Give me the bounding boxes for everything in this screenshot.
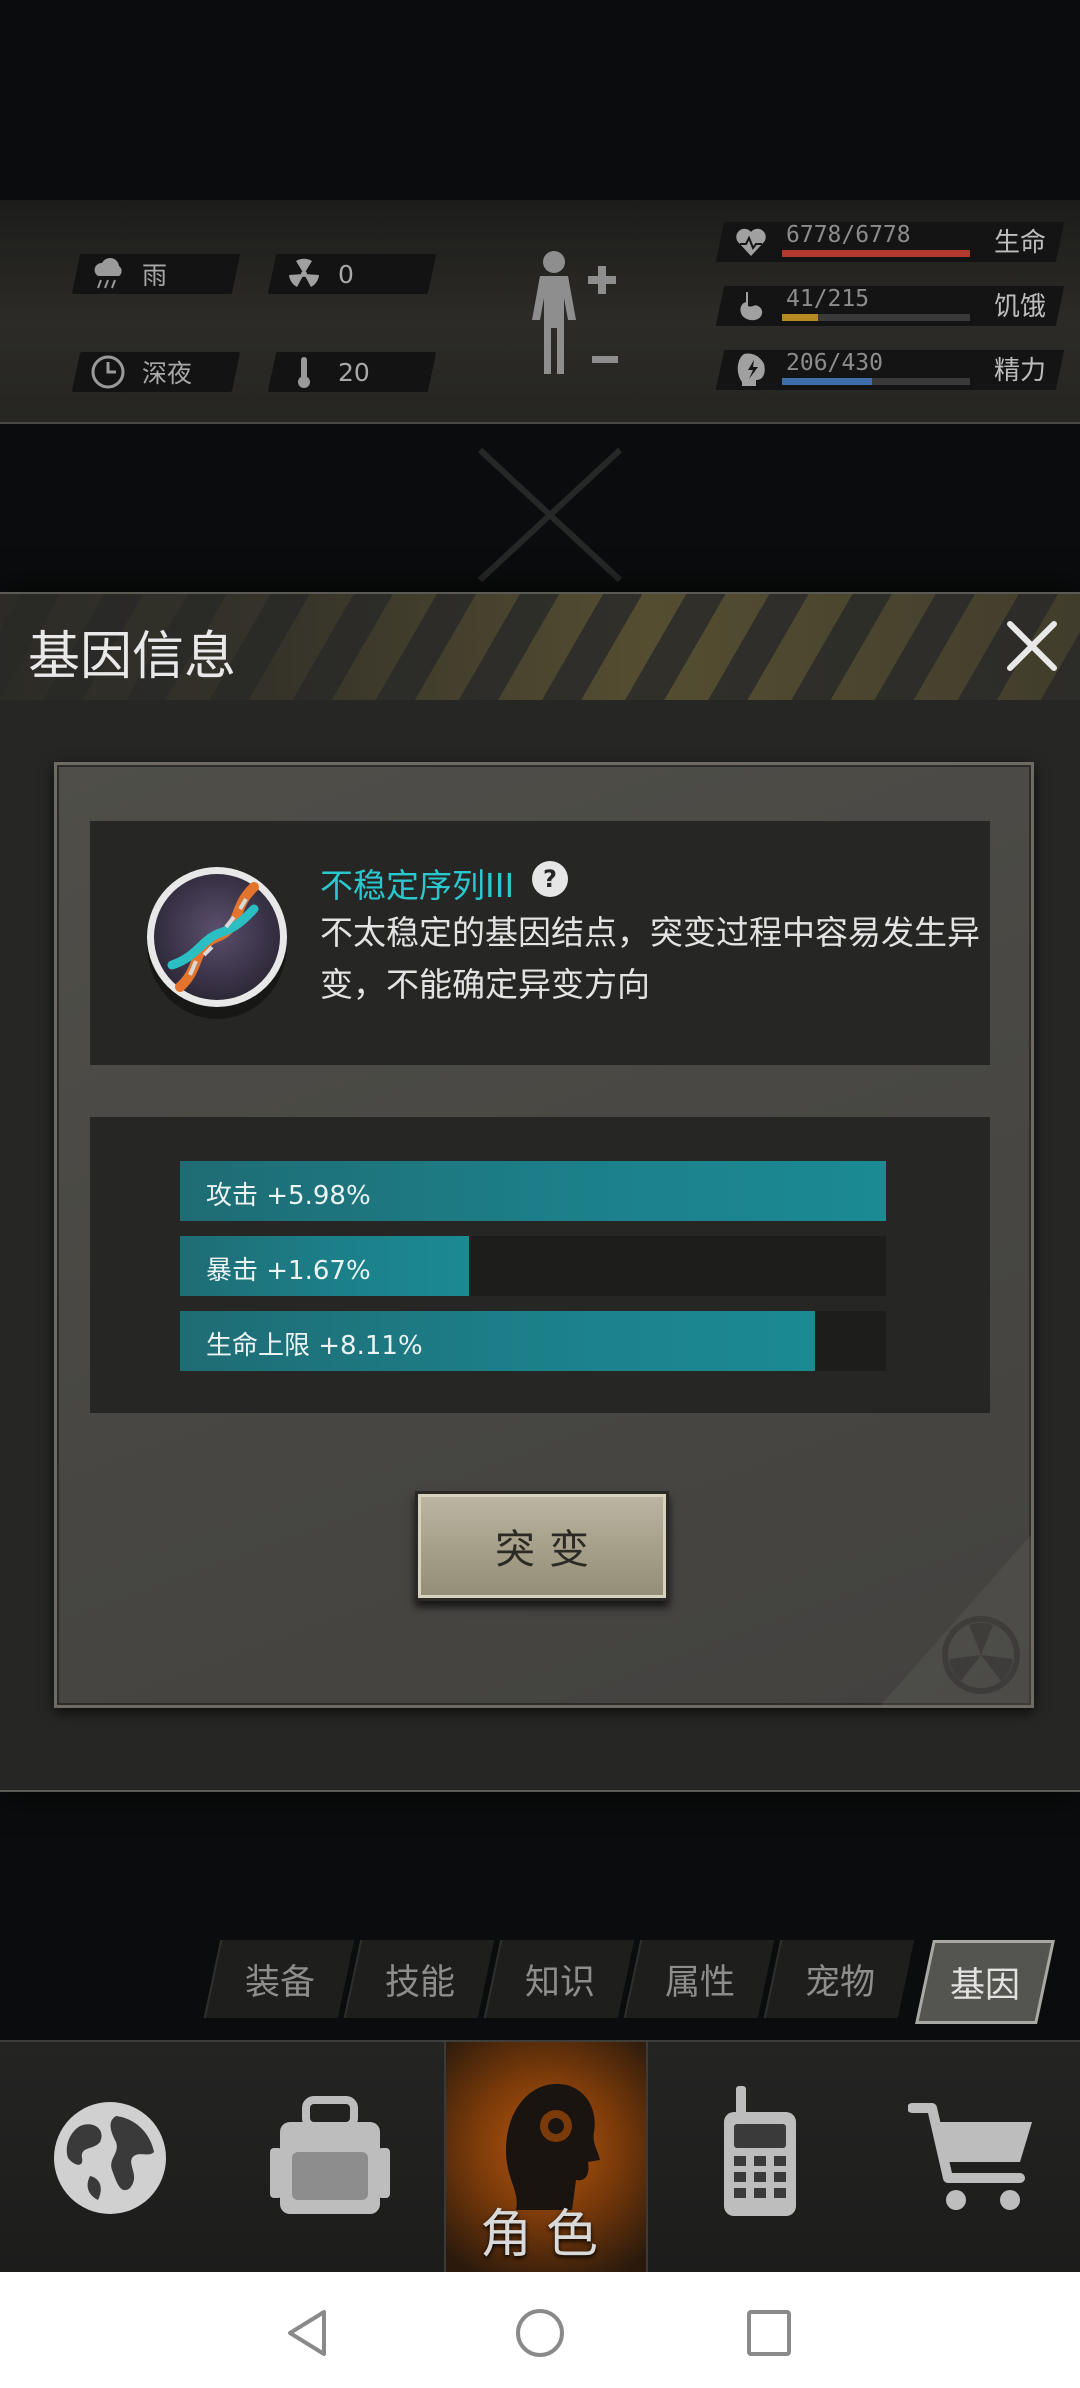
tab-skills[interactable]: 技能	[343, 1940, 495, 2018]
attribute-list: 攻击 +5.98% 暴击 +1.67% 生命上限 +8.11%	[90, 1117, 990, 1413]
gene-panel: 不稳定序列III ? 不太稳定的基因结点，突变过程中容易发生异变，不能确定异变方…	[54, 762, 1034, 1708]
hunger-bar-fill	[782, 314, 818, 321]
recents-icon[interactable]	[744, 2306, 794, 2360]
time-text: 深夜	[142, 359, 193, 388]
globe-icon	[54, 2102, 166, 2214]
attribute-row: 生命上限 +8.11%	[180, 1311, 886, 1371]
character-subtabs: 装备 技能 知识 属性 宠物 基因	[200, 1940, 1060, 2024]
attribute-row: 攻击 +5.98%	[180, 1161, 886, 1221]
hunger-stat: 41/215 饥饿	[715, 280, 1065, 328]
temperature-indicator: 20	[267, 352, 437, 392]
energy-label: 精力	[994, 356, 1047, 386]
clock-icon	[88, 352, 128, 392]
help-icon[interactable]: ?	[530, 859, 570, 899]
energy-value: 206/430	[786, 350, 883, 376]
nav-inventory[interactable]	[230, 2042, 430, 2274]
health-label: 生命	[994, 228, 1047, 258]
tab-pets[interactable]: 宠物	[763, 1940, 915, 2018]
heart-icon	[736, 228, 766, 256]
attribute-text: 暴击 +1.67%	[206, 1256, 371, 1286]
dialog-header: 基因信息	[0, 594, 1080, 700]
cart-icon	[908, 2103, 1032, 2210]
tab-knowledge[interactable]: 知识	[483, 1940, 635, 2018]
energy-stat: 206/430 精力	[715, 344, 1065, 392]
attribute-text: 攻击 +5.98%	[206, 1181, 371, 1211]
weather-indicator: 雨	[71, 254, 241, 294]
home-icon[interactable]	[514, 2306, 566, 2360]
gene-name: 不稳定序列III	[320, 866, 515, 905]
gene-description: 不太稳定的基因结点，突变过程中容易发生异变，不能确定异变方向	[320, 913, 980, 1004]
health-value: 6778/6778	[786, 222, 911, 248]
dna-icon[interactable]	[142, 857, 292, 1027]
radio-icon	[724, 2086, 796, 2216]
rain-cloud-icon	[88, 254, 128, 294]
nav-radio[interactable]	[660, 2042, 860, 2274]
backpack-icon	[270, 2096, 390, 2214]
mutate-button[interactable]: 突变	[415, 1491, 669, 1601]
close-icon[interactable]	[1000, 614, 1064, 678]
svg-text:?: ?	[543, 865, 557, 893]
nav-character-label: 角色	[479, 2205, 612, 2265]
attribute-row: 暴击 +1.67%	[180, 1236, 886, 1296]
tab-attributes[interactable]: 属性	[623, 1940, 775, 2018]
thermometer-icon	[284, 352, 324, 392]
radiation-indicator: 0	[267, 254, 437, 294]
dialog-title: 基因信息	[28, 627, 237, 687]
health-bar-fill	[782, 250, 970, 257]
hunger-value: 41/215	[786, 286, 870, 312]
nav-world[interactable]	[10, 2042, 210, 2274]
attribute-text: 生命上限 +8.11%	[206, 1331, 423, 1361]
tab-equipment[interactable]: 装备	[203, 1940, 355, 2018]
radiation-watermark-icon	[881, 1535, 1031, 1705]
time-indicator: 深夜	[71, 352, 241, 392]
gene-description-box: 不稳定序列III ? 不太稳定的基因结点，突变过程中容易发生异变，不能确定异变方…	[90, 821, 990, 1065]
nav-shop[interactable]	[870, 2042, 1070, 2274]
back-icon[interactable]	[282, 2306, 332, 2360]
android-navigation-bar	[0, 2272, 1080, 2388]
temperature-value: 20	[338, 357, 370, 387]
energy-bar-fill	[782, 378, 873, 385]
nav-character[interactable]: 角色	[444, 2042, 648, 2274]
tab-genes[interactable]: 基因	[915, 1940, 1055, 2024]
energy-icon	[737, 353, 765, 386]
gene-info-dialog: 基因信息 不稳定序列III ? 不太稳定的基因结点，突变过程中容易发生异变，不能…	[0, 592, 1080, 1792]
background-emblem	[477, 447, 623, 583]
body-figure-icon[interactable]	[520, 248, 640, 378]
hunger-label: 饥饿	[994, 292, 1047, 322]
health-stat: 6778/6778 生命	[715, 216, 1065, 264]
main-navigation: 角色	[0, 2040, 1080, 2274]
radiation-icon	[284, 254, 324, 294]
stomach-icon	[740, 292, 763, 321]
mutate-button-label: 突变	[495, 1527, 603, 1573]
weather-text: 雨	[142, 261, 168, 290]
radiation-value: 0	[338, 259, 354, 289]
